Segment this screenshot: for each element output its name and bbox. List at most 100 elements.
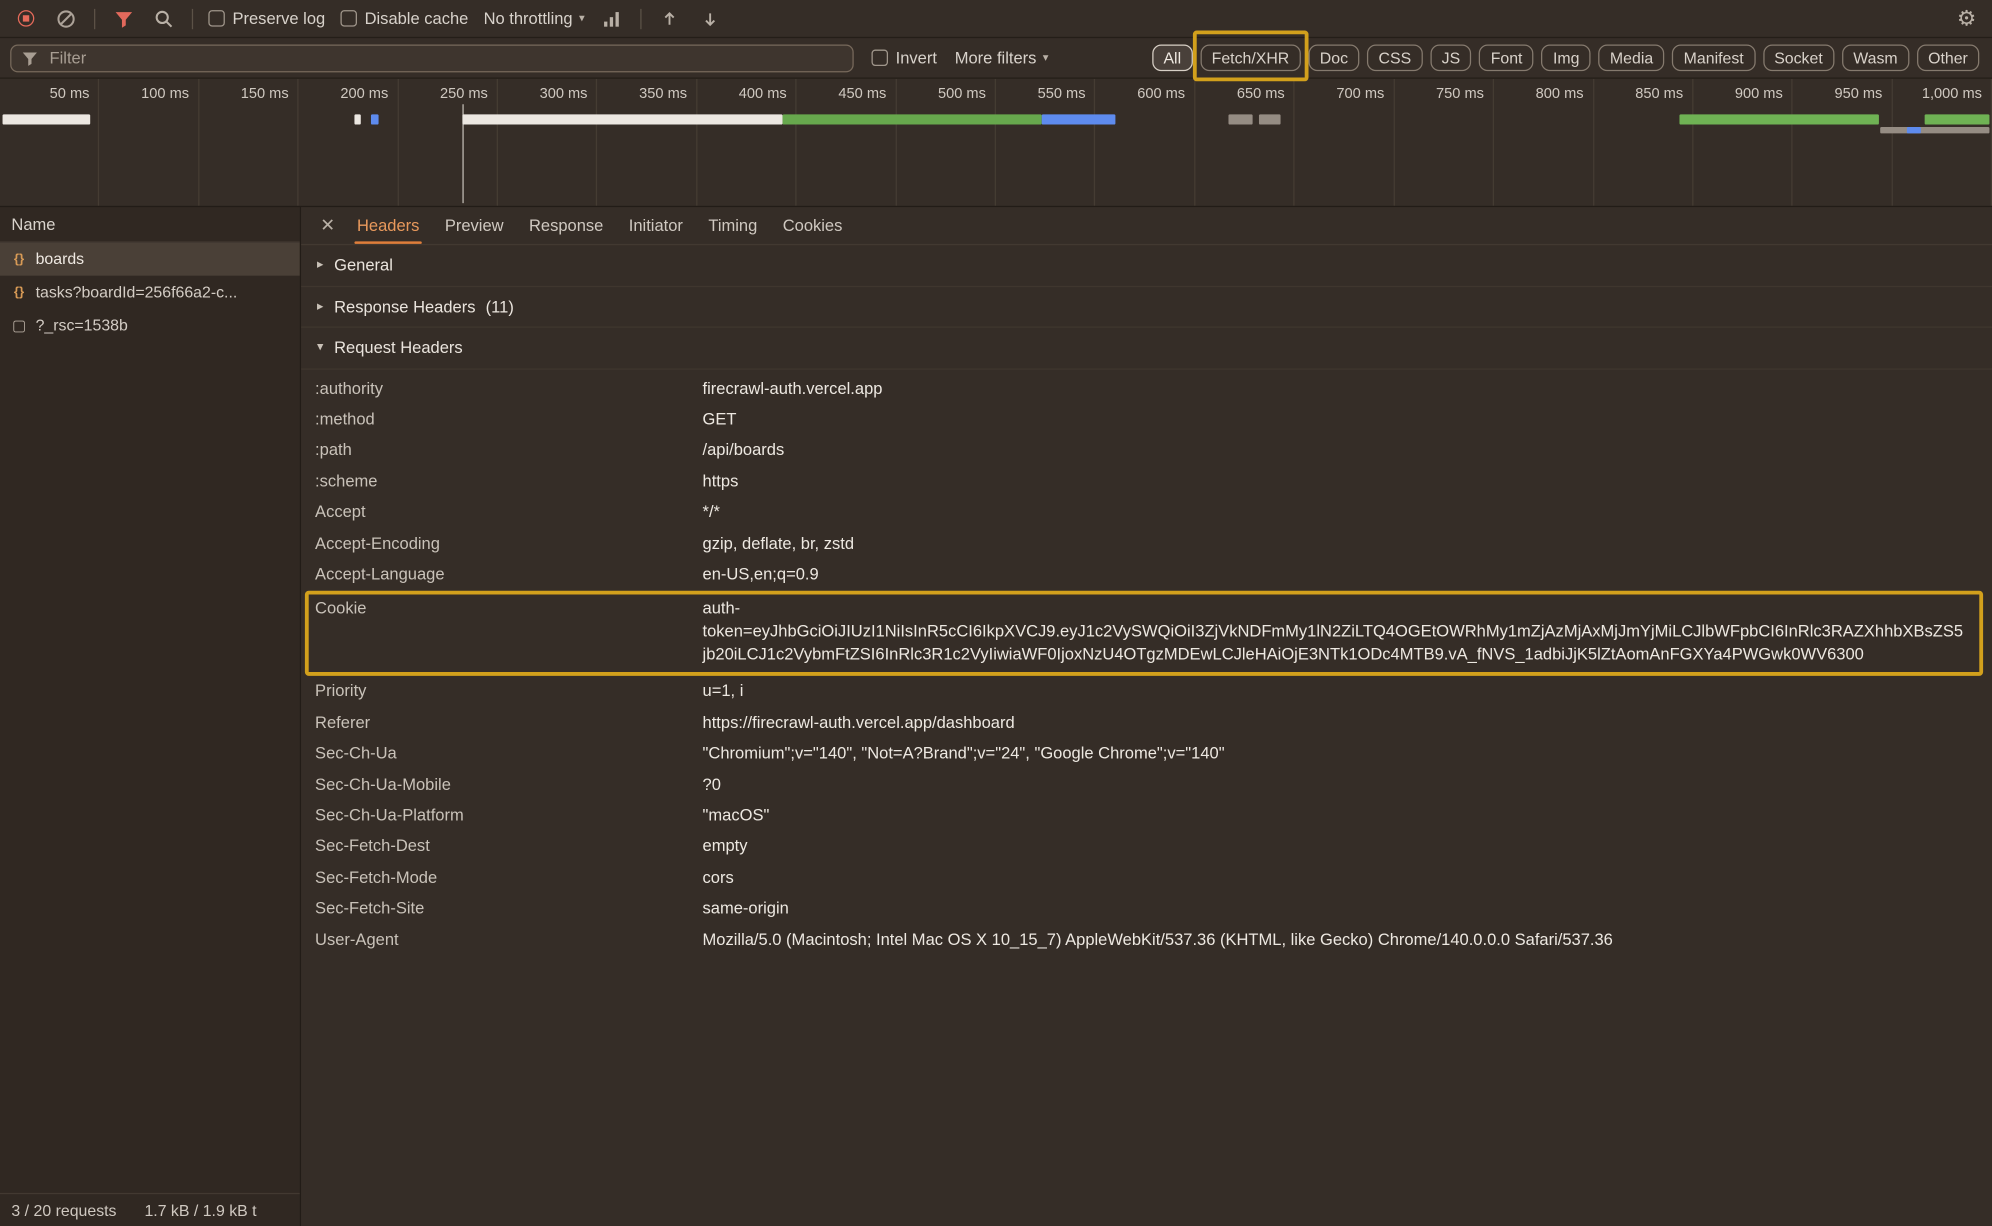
record-network-log-button[interactable] [13, 6, 38, 31]
request-row[interactable]: {}tasks?boardId=256f66a2-c... [0, 276, 300, 309]
header-value: Mozilla/5.0 (Macintosh; Intel Mac OS X 1… [703, 928, 1982, 951]
header-row: Sec-Fetch-Destempty [301, 831, 1992, 862]
invert-checkbox[interactable]: Invert [871, 48, 936, 67]
checkbox-icon [208, 10, 225, 27]
section-general[interactable]: ▸ General [301, 245, 1992, 286]
section-title: Response Headers [334, 297, 475, 316]
filter-toggle-button[interactable] [111, 6, 136, 31]
filter-funnel-icon [114, 10, 133, 28]
filter-pill-doc[interactable]: Doc [1308, 44, 1359, 71]
request-row[interactable]: ▢?_rsc=1538b [0, 309, 300, 342]
clear-icon [56, 8, 76, 28]
filter-pill-wasm[interactable]: Wasm [1842, 44, 1909, 71]
chevron-down-icon: ▾ [1043, 52, 1049, 63]
waterfall-bar [2, 114, 90, 124]
filter-pill-css[interactable]: CSS [1367, 44, 1423, 71]
network-conditions-button[interactable] [600, 6, 625, 31]
request-type-filter-pills: All Fetch/XHR Doc CSS JS Font Img Media Manifest… [1152, 44, 1982, 71]
more-filters-label: More filters [955, 48, 1037, 67]
waterfall-bar [1229, 114, 1253, 124]
clear-network-log-button[interactable] [53, 6, 78, 31]
filter-pill-fetch-xhr[interactable]: Fetch/XHR [1200, 44, 1301, 71]
filter-pill-media[interactable]: Media [1599, 44, 1665, 71]
triangle-down-icon: ▾ [311, 341, 329, 355]
header-value: u=1, i [703, 680, 1982, 703]
waterfall-bar [1679, 114, 1878, 124]
filter-funnel-icon [22, 50, 39, 65]
arrow-down-icon [700, 8, 720, 28]
header-name: Priority [315, 680, 702, 703]
triangle-right-icon: ▸ [311, 258, 329, 272]
section-response-headers[interactable]: ▸Response Headers(11) [301, 286, 1992, 327]
section-count: (11) [486, 297, 514, 316]
record-icon [17, 10, 34, 27]
toolbar-divider [192, 8, 193, 28]
checkbox-icon [340, 10, 357, 27]
tab-list: HeadersPreviewResponseInitiatorTimingCoo… [344, 207, 855, 244]
header-name: Accept [315, 501, 702, 524]
header-name: Cookie [315, 597, 702, 620]
filter-pill-manifest[interactable]: Manifest [1672, 44, 1755, 71]
filter-pill-socket[interactable]: Socket [1763, 44, 1834, 71]
document-icon: ▢ [10, 316, 28, 334]
waterfall-bar [1924, 114, 1990, 124]
header-value: en-US,en;q=0.9 [703, 563, 1982, 586]
section-title: General [334, 256, 393, 275]
tab-initiator[interactable]: Initiator [616, 207, 696, 244]
gear-icon: ⚙ [1957, 8, 1976, 30]
header-row: Sec-Ch-Ua-Platform"macOS" [301, 800, 1992, 831]
section-request-headers[interactable]: ▾Request Headers [301, 328, 1992, 369]
filter-input[interactable] [10, 44, 854, 72]
filter-input-wrap [10, 44, 854, 72]
header-value: "Chromium";v="140", "Not=A?Brand";v="24"… [703, 742, 1982, 765]
timeline-overview[interactable]: 50 ms100 ms150 ms200 ms250 ms300 ms350 m… [0, 79, 1992, 207]
tab-preview[interactable]: Preview [432, 207, 516, 244]
detail-tabs: ✕ HeadersPreviewResponseInitiatorTimingC… [301, 207, 1992, 245]
tab-response[interactable]: Response [516, 207, 616, 244]
tab-timing[interactable]: Timing [696, 207, 770, 244]
export-har-button[interactable] [698, 6, 723, 31]
header-value: /api/boards [703, 439, 1982, 462]
signal-icon [603, 8, 623, 28]
filter-pill-img[interactable]: Img [1542, 44, 1591, 71]
header-row: Sec-Fetch-Sitesame-origin [301, 893, 1992, 924]
more-filters-dropdown[interactable]: More filters ▾ [955, 48, 1049, 67]
waterfall-bar [462, 114, 783, 124]
network-status-bar: 3 / 20 requests 1.7 kB / 1.9 kB t [0, 1193, 300, 1226]
tab-cookies[interactable]: Cookies [770, 207, 855, 244]
arrow-up-icon [660, 8, 680, 28]
close-detail-button[interactable]: ✕ [311, 215, 344, 237]
header-row: Cookieauth-token=eyJhbGciOiJIUzI1NiIsInR… [301, 590, 1992, 676]
chevron-down-icon: ▾ [579, 13, 585, 24]
request-name: tasks?boardId=256f66a2-c... [36, 283, 238, 301]
filter-pill-js[interactable]: JS [1430, 44, 1471, 71]
header-value: auth-token=eyJhbGciOiJIUzI1NiIsInR5cCI6I… [703, 597, 1982, 666]
header-row: Accept*/* [301, 497, 1992, 528]
invert-label: Invert [896, 48, 937, 67]
preserve-log-label: Preserve log [232, 9, 325, 28]
waterfall-bar [1042, 114, 1116, 124]
disable-cache-checkbox[interactable]: Disable cache [340, 9, 468, 28]
header-row: Sec-Ch-Ua-Mobile?0 [301, 769, 1992, 800]
throttling-dropdown[interactable]: No throttling ▾ [484, 9, 585, 28]
header-name: Sec-Fetch-Dest [315, 835, 702, 858]
header-name: :method [315, 408, 702, 431]
header-value: firecrawl-auth.vercel.app [703, 377, 1982, 400]
search-button[interactable] [151, 6, 176, 31]
header-value: */* [703, 501, 1982, 524]
name-column-header[interactable]: Name [0, 207, 300, 243]
filter-pill-font[interactable]: Font [1479, 44, 1534, 71]
preserve-log-checkbox[interactable]: Preserve log [208, 9, 325, 28]
network-main: Name {}boards{}tasks?boardId=256f66a2-c.… [0, 207, 1992, 1226]
request-row[interactable]: {}boards [0, 243, 300, 276]
import-har-button[interactable] [657, 6, 682, 31]
filter-pill-other[interactable]: Other [1917, 44, 1980, 71]
waterfall-bar [355, 114, 361, 124]
request-list-pane: Name {}boards{}tasks?boardId=256f66a2-c.… [0, 207, 301, 1226]
headers-sections: ▸ General▸ Response Headers (11) ▾Request He… [301, 245, 1992, 955]
network-toolbar: Preserve log Disable cache No throttling… [0, 0, 1992, 38]
settings-button[interactable]: ⚙ [1954, 6, 1979, 31]
filter-pill-all[interactable]: All [1152, 44, 1193, 71]
tab-headers[interactable]: Headers [344, 207, 432, 244]
devtools-network-panel: Preserve log Disable cache No throttling… [0, 0, 1992, 1226]
